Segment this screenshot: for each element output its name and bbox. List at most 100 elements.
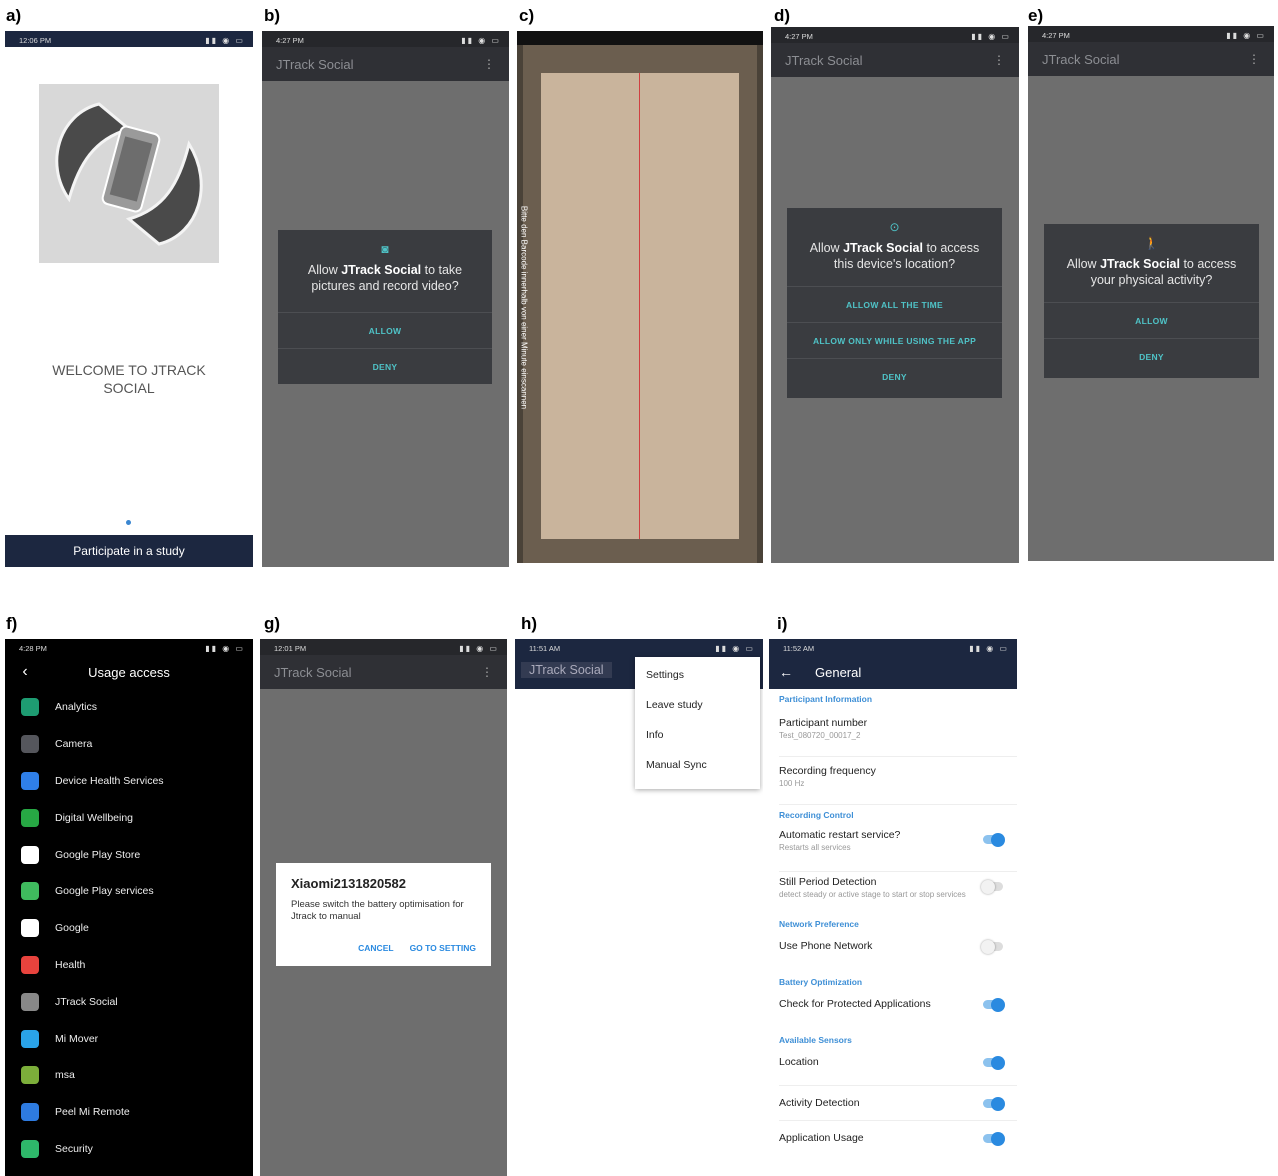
google-icon <box>21 919 39 938</box>
menu-item-settings[interactable]: Settings <box>635 660 760 690</box>
protected-apps-toggle[interactable] <box>983 997 1005 1012</box>
panel-label-c: c) <box>519 6 535 25</box>
app-list-item[interactable]: Peel Mi Remote <box>5 1094 253 1131</box>
section-header: Battery Optimization <box>779 977 863 987</box>
allow-all-time-button[interactable]: ALLOW ALL THE TIME <box>787 286 1002 322</box>
health-icon <box>21 955 39 974</box>
section-header: Available Sensors <box>779 1035 852 1045</box>
app-list-item[interactable]: Camera <box>5 726 253 763</box>
panel-label-d: d) <box>774 6 791 25</box>
app-list-item[interactable]: JTrack Social <box>5 983 253 1020</box>
status-bar: 4:27 PM ▮▮ ◉ ▭ <box>1028 26 1274 42</box>
allow-button[interactable]: ALLOW <box>278 312 492 348</box>
panel-label-b: b) <box>264 6 281 25</box>
walking-person-icon: 🚶 <box>1144 236 1159 250</box>
page-title: Usage access <box>88 664 170 680</box>
menu-item-info[interactable]: Info <box>635 720 760 750</box>
app-list-item[interactable]: Security <box>5 1131 253 1168</box>
still-period-toggle[interactable] <box>981 879 1003 894</box>
activity-detection-item: Activity Detection <box>779 1086 1017 1121</box>
use-phone-network-toggle[interactable] <box>981 939 1003 954</box>
permission-dialog: 🚶 Allow JTrack Social to access your phy… <box>1044 224 1259 378</box>
page-indicator <box>126 520 131 525</box>
location-toggle[interactable] <box>983 1055 1005 1070</box>
app-list-item[interactable]: Health <box>5 947 253 984</box>
menu-screen: 11:51 AM ▮▮ ◉ ▭ JTrack Social Settings Le… <box>515 639 763 1176</box>
app-name: msa <box>55 1069 75 1082</box>
deny-button[interactable]: DENY <box>1044 338 1259 374</box>
security-icon <box>21 1139 39 1158</box>
section-header: Recording Control <box>779 810 854 820</box>
protected-apps-item: Check for Protected Applications <box>779 992 1017 1030</box>
application-usage-item: Application Usage <box>779 1121 1017 1156</box>
app-list-item[interactable]: Google Play services <box>5 873 253 910</box>
participate-button[interactable]: Participate in a study <box>5 535 253 567</box>
app-list-item[interactable]: Digital Wellbeing <box>5 799 253 836</box>
panel-label-h: h) <box>521 614 538 633</box>
panel-label-i: i) <box>777 614 788 633</box>
cancel-button[interactable]: CANCEL <box>358 943 393 953</box>
activity-permission-screen: 4:27 PM ▮▮ ◉ ▭ JTrack Social ⋮ 🚶 Allow JTr… <box>1028 26 1274 561</box>
location-item: Location <box>779 1050 1017 1086</box>
general-settings-screen: 11:52 AM ▮▮ ◉ ▭ ← General Participant Inf… <box>769 639 1017 1176</box>
app-list-item[interactable]: Analytics <box>5 689 253 726</box>
scan-instruction: Bitte den Barcode innerhalb von einer Mi… <box>519 205 529 410</box>
app-list-item[interactable]: msa <box>5 1057 253 1094</box>
android-icon <box>21 698 39 717</box>
overflow-menu-icon[interactable]: ⋮ <box>1248 52 1260 66</box>
battery-dialog: Xiaomi2131820582 Please switch the batte… <box>276 863 491 966</box>
section-header: Participant Information <box>779 694 873 704</box>
play-services-icon <box>21 882 39 901</box>
overflow-menu-icon[interactable]: ⋮ <box>993 53 1005 67</box>
device-health-icon <box>21 771 39 790</box>
app-bar: JTrack Social ⋮ <box>1028 42 1274 76</box>
recording-frequency-item[interactable]: Recording frequency 100 Hz <box>779 757 1017 805</box>
permission-dialog: ◙ Allow JTrack Social to take pictures a… <box>278 230 492 384</box>
usage-access-screen: 4:28 PM ▮▮ ◉ ▭ ‹ Usage access Analytics Ca… <box>5 639 253 1176</box>
panel-label-g: g) <box>264 614 281 633</box>
allow-while-using-button[interactable]: ALLOW ONLY WHILE USING THE APP <box>787 322 1002 358</box>
allow-button[interactable]: ALLOW <box>1044 302 1259 338</box>
app-list-item[interactable]: Device Health Services <box>5 763 253 800</box>
permission-dialog: ⊙ Allow JTrack Social to access this dev… <box>787 208 1002 398</box>
app-list-item[interactable]: Google Play Store <box>5 836 253 873</box>
status-bar: 12:01 PM ▮▮ ◉ ▭ <box>260 639 507 655</box>
automatic-restart-toggle[interactable] <box>983 832 1005 847</box>
overflow-menu-icon[interactable]: ⋮ <box>483 57 495 71</box>
app-list-item[interactable]: Google <box>5 910 253 947</box>
menu-item-manual-sync[interactable]: Manual Sync <box>635 750 760 780</box>
app-name: Peel Mi Remote <box>55 1106 130 1119</box>
dialog-title: Xiaomi2131820582 <box>291 876 406 891</box>
back-arrow-icon[interactable]: ‹ <box>5 663 45 681</box>
app-name: Device Health Services <box>55 774 164 787</box>
camera-icon: ◙ <box>381 242 389 256</box>
location-permission-screen: 4:27 PM ▮▮ ◉ ▭ JTrack Social ⋮ ⊙ Allow JTr… <box>771 27 1019 563</box>
panel-label-f: f) <box>6 614 18 633</box>
go-to-setting-button[interactable]: GO TO SETTING <box>410 943 476 953</box>
back-arrow-icon[interactable]: ← <box>769 664 803 680</box>
settings-list: Participant Information Participant numb… <box>769 689 1017 1156</box>
app-list-item[interactable]: Mi Mover <box>5 1020 253 1057</box>
app-name: Mi Mover <box>55 1032 99 1045</box>
overflow-menu-icon[interactable]: ⋮ <box>481 665 493 679</box>
page-title: General <box>815 664 862 680</box>
battery-dialog-screen: 12:01 PM ▮▮ ◉ ▭ JTrack Social ⋮ Xiaomi2131… <box>260 639 507 1176</box>
menu-item-leave-study[interactable]: Leave study <box>635 690 760 720</box>
deny-button[interactable]: DENY <box>278 348 492 384</box>
activity-detection-toggle[interactable] <box>983 1096 1005 1111</box>
application-usage-toggle[interactable] <box>983 1131 1005 1146</box>
app-bar: JTrack Social ⋮ <box>260 655 507 689</box>
still-period-item: Still Period Detection detect steady or a… <box>779 872 1017 914</box>
panel-label-e: e) <box>1028 6 1044 25</box>
deny-button[interactable]: DENY <box>787 358 1002 394</box>
camera-permission-screen: 4:27 PM ▮▮ ◉ ▭ JTrack Social ⋮ ◙ Allow JTr… <box>262 31 509 567</box>
scan-line <box>639 73 640 539</box>
camera-icon <box>21 735 39 754</box>
app-bar: ← General <box>769 655 1017 689</box>
barcode-scanner-screen: Bitte den Barcode innerhalb von einer Mi… <box>517 31 763 563</box>
app-name: Digital Wellbeing <box>55 811 134 824</box>
app-name: Security <box>55 1142 93 1155</box>
status-bar: 11:51 AM ▮▮ ◉ ▭ <box>515 639 763 655</box>
participant-number-item[interactable]: Participant number Test_080720_00017_2 <box>779 709 1017 757</box>
app-name: JTrack Social <box>55 995 118 1008</box>
